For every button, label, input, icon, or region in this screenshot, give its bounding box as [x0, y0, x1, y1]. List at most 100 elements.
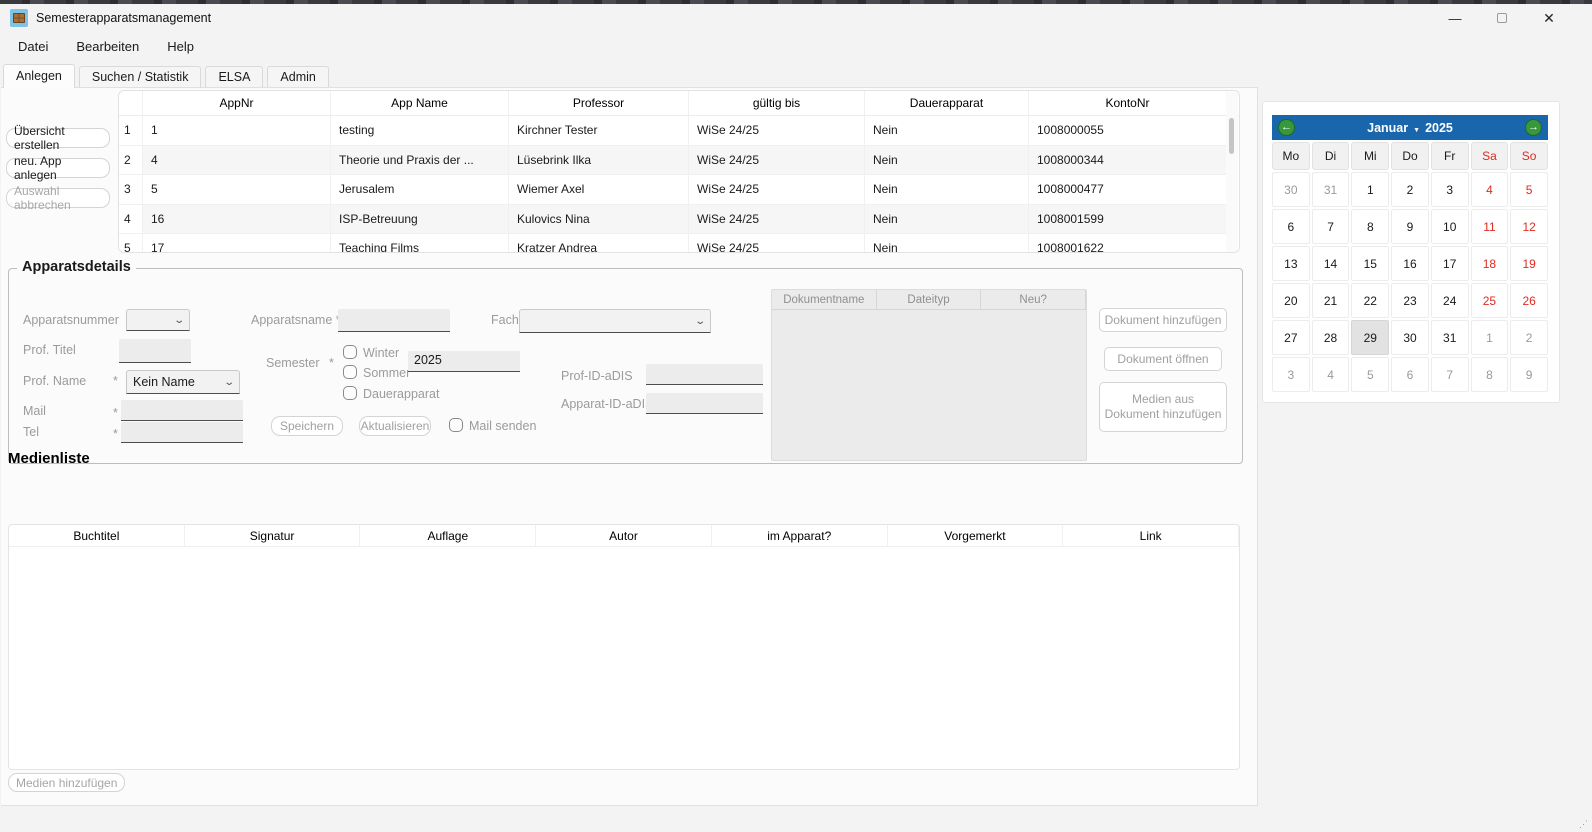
- calendar-month[interactable]: Januar: [1367, 121, 1408, 135]
- calendar-day[interactable]: 31: [1431, 320, 1469, 355]
- menu-item-datei[interactable]: Datei: [16, 37, 50, 56]
- aktualisieren-button[interactable]: Aktualisieren: [359, 416, 431, 436]
- maximize-button[interactable]: [1479, 4, 1525, 32]
- calendar-day[interactable]: 3: [1431, 172, 1469, 207]
- calendar-day[interactable]: 2: [1391, 172, 1429, 207]
- media-header-3[interactable]: Auflage: [360, 525, 536, 546]
- calendar-day[interactable]: 8: [1351, 209, 1389, 244]
- winter-radio[interactable]: [343, 345, 357, 359]
- calendar-day-selected[interactable]: 29: [1351, 320, 1389, 355]
- calendar-day[interactable]: 19: [1510, 246, 1548, 281]
- sidebar-button-uebersicht-erstellen[interactable]: Übersicht erstellen: [6, 128, 110, 148]
- apps-header-4[interactable]: gültig bis: [689, 91, 865, 115]
- calendar-day[interactable]: 24: [1431, 283, 1469, 318]
- close-button[interactable]: ✕: [1526, 4, 1572, 32]
- calendar-day[interactable]: 17: [1431, 246, 1469, 281]
- apps-header-2[interactable]: App Name: [331, 91, 509, 115]
- tab-elsa[interactable]: ELSA: [205, 66, 263, 88]
- calendar-day[interactable]: 26: [1510, 283, 1548, 318]
- apps-header-5[interactable]: Dauerapparat: [865, 91, 1029, 115]
- apps-table-scrollbar[interactable]: [1226, 92, 1238, 252]
- calendar-day[interactable]: 22: [1351, 283, 1389, 318]
- menu-item-bearbeiten[interactable]: Bearbeiten: [74, 37, 141, 56]
- sommer-radio[interactable]: [343, 365, 357, 379]
- medien-aus-dokument-button[interactable]: Medien aus Dokument hinzufügen: [1099, 382, 1227, 432]
- calendar-day[interactable]: 9: [1391, 209, 1429, 244]
- calendar-day[interactable]: 30: [1272, 172, 1310, 207]
- apparatsnummer-combobox[interactable]: ⌄: [126, 309, 190, 331]
- medien-hinzufuegen-button[interactable]: Medien hinzufügen: [8, 773, 125, 792]
- calendar-day[interactable]: 6: [1391, 357, 1429, 392]
- calendar-day[interactable]: 8: [1471, 357, 1509, 392]
- calendar-day[interactable]: 9: [1510, 357, 1548, 392]
- apps-header-6[interactable]: KontoNr: [1029, 91, 1227, 115]
- documents-header-3[interactable]: Neu?: [981, 290, 1086, 309]
- documents-header-2[interactable]: Dateityp: [877, 290, 982, 309]
- media-header-1[interactable]: Buchtitel: [9, 525, 185, 546]
- calendar-year[interactable]: 2025: [1425, 121, 1453, 135]
- minimize-button[interactable]: —: [1432, 4, 1478, 32]
- media-header-4[interactable]: Autor: [536, 525, 712, 546]
- titlebar[interactable]: Semesterapparatsmanagement — ✕: [0, 4, 1592, 32]
- prof-id-adis-input[interactable]: [646, 364, 763, 385]
- calendar-day[interactable]: 25: [1471, 283, 1509, 318]
- calendar-day[interactable]: 15: [1351, 246, 1389, 281]
- calendar-day[interactable]: 5: [1510, 172, 1548, 207]
- calendar-day[interactable]: 5: [1351, 357, 1389, 392]
- menu-item-help[interactable]: Help: [165, 37, 196, 56]
- year-input[interactable]: 2025: [408, 351, 520, 372]
- media-header-5[interactable]: im Apparat?: [712, 525, 888, 546]
- calendar-day[interactable]: 6: [1272, 209, 1310, 244]
- calendar-day[interactable]: 12: [1510, 209, 1548, 244]
- apparatsname-input[interactable]: [338, 309, 450, 332]
- apps-header-1[interactable]: AppNr: [143, 91, 331, 115]
- sidebar-button-neue-app-anlegen[interactable]: neu. App anlegen: [6, 158, 110, 178]
- media-header-2[interactable]: Signatur: [185, 525, 361, 546]
- prof-titel-input[interactable]: [119, 339, 191, 363]
- calendar-title[interactable]: Januar▼ 2025: [1367, 121, 1453, 135]
- calendar-day[interactable]: 2: [1510, 320, 1548, 355]
- calendar-day[interactable]: 11: [1471, 209, 1509, 244]
- calendar-day[interactable]: 16: [1391, 246, 1429, 281]
- tab-anlegen[interactable]: Anlegen: [3, 64, 75, 88]
- calendar-next-button[interactable]: →: [1525, 119, 1542, 136]
- calendar-day[interactable]: 3: [1272, 357, 1310, 392]
- apps-table[interactable]: AppNrApp NameProfessorgültig bisDauerapp…: [118, 90, 1240, 253]
- calendar-day[interactable]: 1: [1471, 320, 1509, 355]
- calendar-day[interactable]: 27: [1272, 320, 1310, 355]
- calendar-day[interactable]: 4: [1471, 172, 1509, 207]
- speichern-button[interactable]: Speichern: [271, 416, 343, 436]
- media-header-7[interactable]: Link: [1063, 525, 1239, 546]
- table-row[interactable]: 24Theorie und Praxis der ...Lüsebrink Il…: [119, 146, 1239, 176]
- documents-table[interactable]: DokumentnameDateitypNeu?: [771, 289, 1087, 461]
- scrollbar-thumb[interactable]: [1229, 118, 1234, 154]
- calendar-day[interactable]: 20: [1272, 283, 1310, 318]
- apparat-id-adis-input[interactable]: [646, 393, 763, 414]
- prof-name-combobox[interactable]: Kein Name⌄: [126, 370, 240, 394]
- fach-combobox[interactable]: ⌄: [519, 309, 711, 333]
- calendar-day[interactable]: 30: [1391, 320, 1429, 355]
- calendar-day[interactable]: 10: [1431, 209, 1469, 244]
- mail-input[interactable]: [121, 400, 243, 421]
- calendar-day[interactable]: 1: [1351, 172, 1389, 207]
- calendar-day[interactable]: 23: [1391, 283, 1429, 318]
- calendar-day[interactable]: 4: [1312, 357, 1350, 392]
- dauerapparat-radio[interactable]: [343, 386, 357, 400]
- table-row[interactable]: 11testingKirchner TesterWiSe 24/25Nein10…: [119, 116, 1239, 146]
- apps-header-3[interactable]: Professor: [509, 91, 689, 115]
- calendar-day[interactable]: 21: [1312, 283, 1350, 318]
- documents-header-1[interactable]: Dokumentname: [772, 290, 877, 309]
- calendar-day[interactable]: 14: [1312, 246, 1350, 281]
- tab-suchen-statistik[interactable]: Suchen / Statistik: [79, 66, 202, 88]
- tab-admin[interactable]: Admin: [267, 66, 328, 88]
- calendar-prev-button[interactable]: ←: [1278, 119, 1295, 136]
- tel-input[interactable]: [121, 422, 243, 443]
- table-row[interactable]: 416ISP-BetreuungKulovics NinaWiSe 24/25N…: [119, 205, 1239, 235]
- resize-grip[interactable]: ⋰: [1579, 820, 1589, 830]
- table-row[interactable]: 35JerusalemWiemer AxelWiSe 24/25Nein1008…: [119, 175, 1239, 205]
- calendar-day[interactable]: 28: [1312, 320, 1350, 355]
- calendar-day[interactable]: 7: [1431, 357, 1469, 392]
- media-header-6[interactable]: Vorgemerkt: [888, 525, 1064, 546]
- calendar-day[interactable]: 13: [1272, 246, 1310, 281]
- dokument-hinzufuegen-button[interactable]: Dokument hinzufügen: [1099, 308, 1227, 332]
